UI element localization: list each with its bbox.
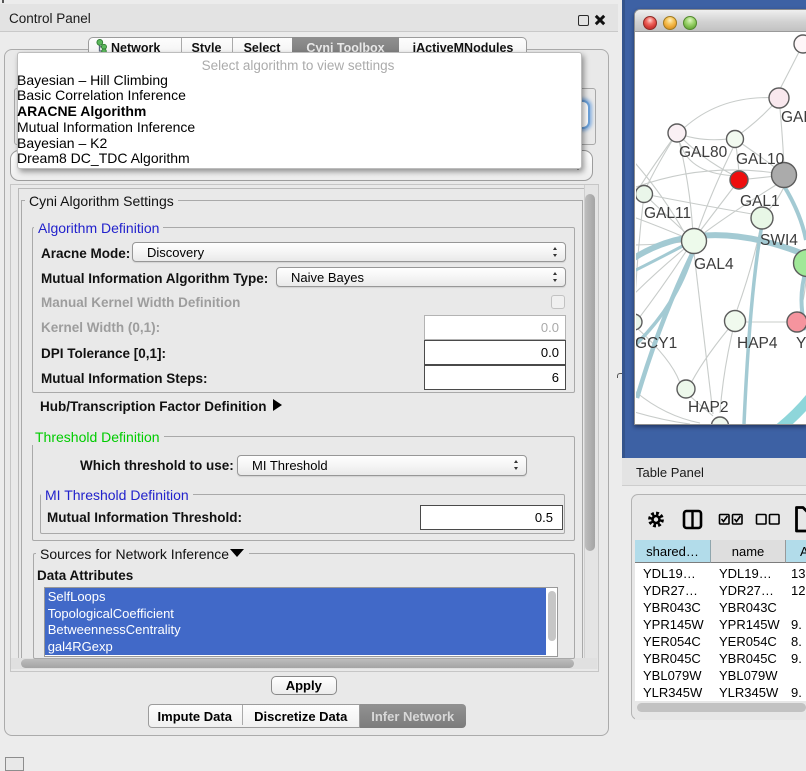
- svg-text:HAP4: HAP4: [737, 335, 778, 352]
- svg-text:GAL1: GAL1: [740, 193, 780, 210]
- svg-text:SWI4: SWI4: [760, 232, 798, 249]
- svg-text:GAL4: GAL4: [694, 256, 734, 273]
- svg-text:GCY1: GCY1: [636, 335, 677, 352]
- svg-text:GAL7: GAL7: [781, 109, 806, 126]
- svg-text:GAL11: GAL11: [644, 205, 691, 222]
- svg-text:YJ: YJ: [796, 335, 806, 352]
- svg-text:GAL80: GAL80: [679, 144, 728, 161]
- svg-text:HAP2: HAP2: [688, 399, 729, 416]
- svg-text:GAL10: GAL10: [736, 151, 785, 168]
